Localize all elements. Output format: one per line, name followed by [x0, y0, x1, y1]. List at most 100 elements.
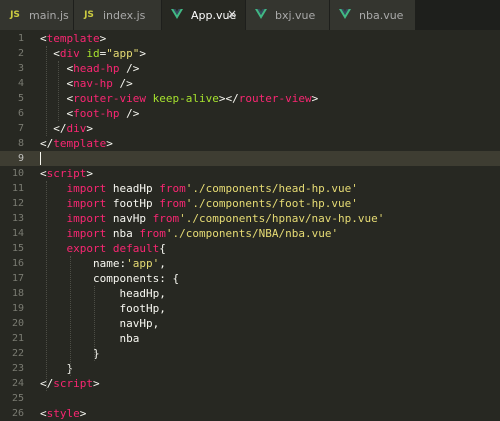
code-token: "app"	[106, 47, 140, 60]
code-line[interactable]: 20 navHp,	[0, 316, 500, 331]
code-line[interactable]: 9	[0, 151, 500, 166]
code-text: <div id="app">	[40, 46, 146, 61]
code-token: >	[93, 377, 100, 390]
line-number: 10	[11, 168, 24, 179]
tab-app-vue[interactable]: App.vue ×	[162, 0, 246, 30]
code-line[interactable]: 14 import nba from'./components/NBA/nba.…	[0, 226, 500, 241]
code-line[interactable]: 13 import navHp from'./components/hpnav/…	[0, 211, 500, 226]
vue-file-icon	[168, 8, 186, 22]
tab-bxj-vue[interactable]: bxj.vue	[246, 0, 330, 30]
code-token: './components/hpnav/nav-hp.vue'	[179, 212, 385, 225]
code-token: import	[66, 182, 107, 195]
code-token: >	[106, 137, 113, 150]
line-number: 1	[17, 33, 24, 44]
tab-index-js[interactable]: JS index.js	[74, 0, 162, 30]
code-text: </div>	[40, 121, 93, 136]
code-token: export	[66, 242, 107, 255]
code-text: components: {	[40, 271, 179, 286]
line-number: 18	[11, 288, 24, 299]
code-line[interactable]: 8 </template>	[0, 136, 500, 151]
js-file-icon: JS	[10, 10, 20, 20]
tab-main-js[interactable]: JS main.js	[0, 0, 74, 30]
code-token: 'app'	[126, 257, 160, 270]
code-token: nba	[106, 227, 140, 240]
line-number: 12	[11, 198, 24, 209]
line-number: 15	[11, 243, 24, 254]
code-line[interactable]: 26 <style>	[0, 406, 500, 421]
code-line[interactable]: 19 footHp,	[0, 301, 500, 316]
code-line[interactable]: 23 }	[0, 361, 500, 376]
code-line[interactable]: 4 <nav-hp />	[0, 76, 500, 91]
code-line[interactable]: 21 nba	[0, 331, 500, 346]
line-number: 14	[11, 228, 24, 239]
line-number: 4	[17, 78, 24, 89]
code-token: >	[139, 47, 146, 60]
code-token: keep-alive	[152, 92, 219, 105]
code-line[interactable]: 17 components: {	[0, 271, 500, 286]
code-token: default	[112, 242, 160, 255]
code-text: </script>	[40, 376, 100, 391]
code-token: script	[46, 167, 87, 180]
code-line[interactable]: 6 <foot-hp />	[0, 106, 500, 121]
code-editor[interactable]: 1 <template> 2 <div id="app"> 3 <head-hp />…	[0, 30, 500, 421]
code-line[interactable]: 10 <script>	[0, 166, 500, 181]
code-line[interactable]: 24 </script>	[0, 376, 500, 391]
code-text: </template>	[40, 136, 113, 151]
code-token: head-hp	[73, 62, 120, 75]
close-icon[interactable]: ×	[227, 7, 237, 21]
code-line[interactable]: 1 <template>	[0, 31, 500, 46]
code-token: script	[53, 377, 93, 390]
code-token: <	[40, 107, 74, 120]
code-text: <script>	[40, 166, 93, 181]
code-token: router-view	[73, 92, 146, 105]
js-file-icon: JS	[84, 10, 94, 20]
code-text: export default{	[40, 241, 166, 256]
tab-label: index.js	[103, 8, 146, 22]
code-token: >	[311, 92, 319, 105]
code-token: import	[66, 197, 107, 210]
code-token: import	[66, 227, 107, 240]
code-token: ,	[159, 257, 166, 270]
code-line[interactable]: 22 }	[0, 346, 500, 361]
indent-guide	[94, 286, 95, 361]
code-line[interactable]: 3 <head-hp />	[0, 61, 500, 76]
code-line[interactable]: 11 import headHp from'./components/head-…	[0, 181, 500, 196]
code-line[interactable]: 18 headHp,	[0, 286, 500, 301]
code-token: </	[40, 122, 67, 135]
code-line[interactable]: 12 import footHp from'./components/foot-…	[0, 196, 500, 211]
code-token: >	[86, 167, 93, 180]
tab-label: main.js	[29, 8, 69, 22]
line-number: 26	[11, 408, 24, 419]
code-text: import footHp from'./components/foot-hp.…	[40, 196, 358, 211]
code-token: />	[119, 107, 140, 120]
tab-nba-vue[interactable]: nba.vue	[330, 0, 416, 30]
code-line[interactable]: 7 </div>	[0, 121, 500, 136]
line-number: 21	[11, 333, 24, 344]
code-line[interactable]: 15 export default{	[0, 241, 500, 256]
code-line[interactable]: 25	[0, 391, 500, 406]
indent-guide	[58, 61, 59, 121]
code-token: div	[59, 47, 80, 60]
code-text: nba	[40, 331, 139, 346]
line-number: 3	[17, 63, 24, 74]
code-token: <	[40, 407, 47, 420]
line-number: 23	[11, 363, 24, 374]
tab-label: nba.vue	[359, 8, 404, 22]
code-token: >	[99, 32, 107, 45]
code-line[interactable]: 2 <div id="app">	[0, 46, 500, 61]
code-text: headHp,	[40, 286, 165, 301]
code-line[interactable]: 16 name:'app',	[0, 256, 500, 271]
code-token: from	[159, 197, 186, 210]
code-token: >	[79, 407, 87, 420]
code-text: import headHp from'./components/head-hp.…	[40, 181, 358, 196]
code-line[interactable]: 5 <router-view keep-alive></router-view>	[0, 91, 500, 106]
code-token: footHp,	[40, 302, 166, 315]
indent-guide	[46, 46, 47, 136]
code-token: './components/NBA/nba.vue'	[165, 227, 339, 240]
line-number: 9	[17, 153, 24, 164]
line-number: 8	[17, 138, 24, 149]
line-number: 6	[17, 108, 24, 119]
